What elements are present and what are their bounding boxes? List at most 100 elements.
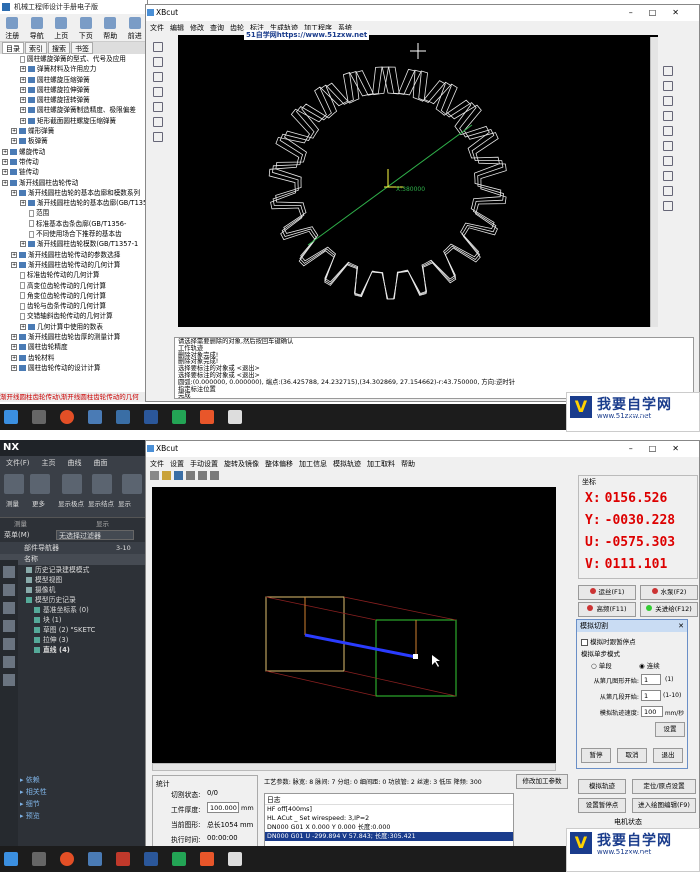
tab-index[interactable]: 索引 <box>25 42 47 54</box>
tree-item[interactable]: 圆柱螺旋弹簧的型式、代号及应用 <box>0 54 148 64</box>
expand-icon[interactable]: + <box>20 200 26 207</box>
expand-icon[interactable]: + <box>20 86 26 93</box>
tree-item[interactable]: + 圆柱齿轮精度 <box>0 342 148 352</box>
expand-icon[interactable]: + <box>11 334 17 341</box>
set-pause-point-button[interactable]: 设置暂停点 <box>578 798 626 813</box>
expand-icon[interactable]: + <box>11 128 17 135</box>
tree-item[interactable]: + 渐开线圆柱齿轮传动的参数选择 <box>0 250 148 260</box>
menu-item[interactable]: 文件 <box>150 460 164 468</box>
tree-item[interactable]: + 矩形截面圆柱螺旋压缩弹簧 <box>0 116 148 126</box>
model-tree-item[interactable]: 历史记录建模模式 <box>0 565 148 575</box>
expand-icon[interactable]: + <box>11 344 17 351</box>
handbook-taskbar-icon[interactable] <box>88 410 102 424</box>
tree-item[interactable]: + 带传动 <box>0 157 148 167</box>
model-tree-item[interactable]: 块 (1) <box>0 615 148 625</box>
menu-item[interactable]: 文件 <box>150 24 164 32</box>
constraint-icon[interactable] <box>3 602 15 614</box>
chrome-icon-2[interactable] <box>60 852 74 866</box>
radio-single[interactable]: ○ 单段 <box>591 660 612 670</box>
menu-item[interactable]: 手动设置 <box>190 460 218 468</box>
tree-item[interactable]: 角变位齿轮传动的几何计算 <box>0 291 148 301</box>
recorder-icon[interactable] <box>200 410 214 424</box>
line-tool-icon[interactable] <box>153 42 163 52</box>
web-icon[interactable] <box>3 656 15 668</box>
model-tree-item[interactable]: 直线 (4) <box>0 645 148 655</box>
camtasia-icon-2[interactable] <box>172 852 186 866</box>
horizontal-scrollbar[interactable] <box>152 763 556 771</box>
expand-icon[interactable]: + <box>11 261 17 268</box>
hf-button[interactable]: 高频(F11) <box>578 602 636 617</box>
model-tree-item[interactable]: 模型历史记录 <box>0 595 148 605</box>
cancel-button[interactable]: 取消 <box>617 748 647 763</box>
start-figure-input[interactable]: 1 <box>641 674 661 685</box>
next-page-button[interactable]: 下页 <box>74 14 99 41</box>
scale-icon[interactable] <box>663 96 673 106</box>
tree-item[interactable]: 齿轮与齿条传动的几何计算 <box>0 301 148 311</box>
tree-item[interactable]: 交错轴斜齿轮传动的几何计算 <box>0 311 148 321</box>
tree-item[interactable]: 高变位齿轮传动的几何计算 <box>0 281 148 291</box>
menu-item[interactable]: 模拟轨迹 <box>333 460 361 468</box>
window-controls[interactable]: –□✕ <box>629 5 695 21</box>
model-tree-item[interactable]: 基准坐标系 (0) <box>0 605 148 615</box>
exit-button[interactable]: 退出 <box>653 748 683 763</box>
tree-item[interactable]: 不同使用场合下推荐的基本齿 <box>0 229 148 239</box>
roles-icon[interactable] <box>3 638 15 650</box>
navigator-section[interactable]: ▸ 依赖 <box>20 774 148 786</box>
pump-button[interactable]: 水泵(F2) <box>640 585 698 600</box>
xbcut-taskbar-icon-2[interactable] <box>228 852 242 866</box>
tree-item[interactable]: + 渐开线圆柱齿轮的基本齿廓和模数系列 <box>0 188 148 198</box>
register-button[interactable]: 注册 <box>0 14 25 41</box>
task-view-icon-2[interactable] <box>32 852 46 866</box>
thickness-input[interactable]: 100.000 <box>207 802 239 813</box>
assembly-icon[interactable] <box>3 584 15 596</box>
tree-item[interactable]: + 圆柱螺旋扭转弹簧 <box>0 95 148 105</box>
expand-icon[interactable]: + <box>2 158 8 165</box>
cad-taskbar-icon[interactable] <box>116 410 130 424</box>
speed-input[interactable]: 100 <box>641 706 663 717</box>
rect-tool-icon[interactable] <box>153 87 163 97</box>
set-button[interactable]: 设置 <box>655 722 685 737</box>
tree-item[interactable]: + 圆柱螺旋压缩弹簧 <box>0 75 148 85</box>
menu-button[interactable]: 菜单(M) <box>4 531 30 539</box>
menu-item[interactable]: 编辑 <box>170 24 184 32</box>
tab-home[interactable]: 主页 <box>42 459 56 467</box>
open-icon[interactable] <box>162 471 171 480</box>
expand-icon[interactable]: + <box>11 189 17 196</box>
menu-item[interactable]: 修改 <box>190 24 204 32</box>
recorder-icon-2[interactable] <box>200 852 214 866</box>
save-icon[interactable] <box>174 471 183 480</box>
menu-item[interactable]: 查询 <box>210 24 224 32</box>
close-icon[interactable]: ✕ <box>678 620 684 632</box>
tree-item[interactable]: + 渐开线圆柱齿轮的基本齿廓(GB/T1356- <box>0 198 148 208</box>
selection-filter[interactable]: 无选择过滤器 <box>56 530 134 540</box>
show-icon[interactable] <box>122 474 142 494</box>
tree-item[interactable]: + 齿轮材料 <box>0 353 148 363</box>
expand-icon[interactable]: + <box>2 179 8 186</box>
part-tab[interactable]: 3-10 <box>116 544 131 552</box>
more-icon[interactable] <box>30 474 50 494</box>
help-button[interactable]: 帮助 <box>98 14 123 41</box>
tree-item[interactable]: + 圆柱螺旋拉伸弹簧 <box>0 85 148 95</box>
fit-icon[interactable] <box>210 471 219 480</box>
array-icon[interactable] <box>663 186 673 196</box>
chrome-icon[interactable] <box>60 410 74 424</box>
task-view-icon[interactable] <box>32 410 46 424</box>
start-icon[interactable] <box>4 410 18 424</box>
model-tree-item[interactable]: 模型视图 <box>0 575 148 585</box>
radio-continuous[interactable]: ◉ 连续 <box>639 660 660 670</box>
model-tree-item[interactable]: 摄像机 <box>0 585 148 595</box>
tab-file[interactable]: 文件(F) <box>6 459 30 467</box>
polygon-tool-icon[interactable] <box>153 132 163 142</box>
expand-icon[interactable]: + <box>20 76 26 83</box>
tab-curve[interactable]: 曲线 <box>68 459 82 467</box>
handbook-taskbar-icon-2[interactable] <box>88 852 102 866</box>
expand-icon[interactable]: + <box>20 107 26 114</box>
ime-indicator[interactable]: 英 <box>600 853 607 863</box>
offset-icon[interactable] <box>663 111 673 121</box>
trim-icon[interactable] <box>663 126 673 136</box>
tree-item[interactable]: 标准齿轮传动的几何计算 <box>0 270 148 280</box>
measure-icon[interactable] <box>4 474 24 494</box>
navigator-icon[interactable] <box>3 566 15 578</box>
pan-icon[interactable] <box>198 471 207 480</box>
expand-icon[interactable]: + <box>20 66 26 73</box>
